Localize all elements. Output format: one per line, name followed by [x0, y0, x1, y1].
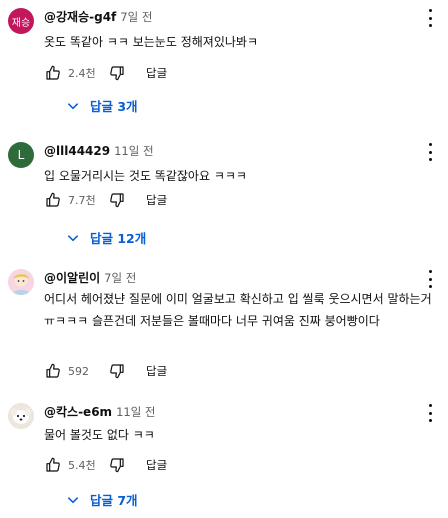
thumb-down-icon[interactable]: [108, 64, 126, 82]
avatar[interactable]: [8, 403, 34, 429]
chevron-down-icon: [67, 102, 79, 109]
comment-author[interactable]: @강재승-g4f: [44, 10, 116, 24]
replies-count-label: 답글 12개: [90, 231, 147, 246]
like-count: 7.7천: [68, 194, 96, 207]
more-vert-icon[interactable]: [426, 142, 434, 162]
comment-header: @강재승-g4f 7일 전: [44, 9, 152, 25]
thumb-up-icon[interactable]: [44, 456, 62, 474]
chevron-down-icon: [67, 496, 79, 503]
comment-header: @칵스-e6m 11일 전: [44, 404, 156, 420]
thumb-up-icon[interactable]: [44, 362, 62, 380]
reply-button[interactable]: 답글: [146, 457, 167, 473]
comment-time[interactable]: 7일 전: [104, 271, 136, 285]
avatar-initials: 재승: [11, 17, 31, 29]
thumb-up-icon[interactable]: [44, 191, 62, 209]
thumb-down-icon[interactable]: [108, 191, 126, 209]
like-count: 592: [68, 364, 89, 378]
comment-actions: 2.4천 답글: [44, 63, 167, 83]
thumb-down-icon[interactable]: [108, 456, 126, 474]
reply-button[interactable]: 답글: [146, 363, 167, 379]
avatar[interactable]: [8, 269, 34, 295]
comment-time[interactable]: 11일 전: [116, 405, 155, 419]
comment-actions: 5.4천 답글: [44, 455, 167, 475]
avatar-image: [8, 403, 34, 429]
view-replies-button[interactable]: 답글 3개: [66, 96, 138, 115]
comment-author[interactable]: @칵스-e6m: [44, 405, 112, 419]
avatar-initials: L: [17, 148, 25, 162]
comment-text: 입 오물거리시는 것도 똑같잖아요 ㅋㅋㅋ: [44, 169, 247, 183]
more-vert-icon[interactable]: [426, 8, 434, 28]
view-replies-button[interactable]: 답글 7개: [66, 490, 138, 509]
comment-header: @이알린이 7일 전: [44, 270, 136, 286]
comment-text: 물어 볼것도 없다 ㅋㅋ: [44, 428, 155, 442]
comment-header: @lll44429 11일 전: [44, 143, 154, 159]
comment-author[interactable]: @이알린이: [44, 271, 100, 285]
reply-button[interactable]: 답글: [146, 192, 167, 208]
comment-actions: 7.7천 답글: [44, 190, 167, 210]
like-count: 5.4천: [68, 459, 96, 472]
comment-author[interactable]: @lll44429: [44, 144, 110, 158]
like-count: 2.4천: [68, 67, 96, 80]
comment-time[interactable]: 11일 전: [114, 144, 153, 158]
replies-count-label: 답글 7개: [90, 493, 138, 508]
comment-actions: 592 답글: [44, 361, 167, 381]
reply-button[interactable]: 답글: [146, 65, 167, 81]
more-vert-icon[interactable]: [426, 403, 434, 423]
avatar[interactable]: 재승: [8, 8, 34, 34]
more-vert-icon[interactable]: [426, 269, 434, 289]
chevron-down-icon: [67, 234, 79, 241]
thumb-down-icon[interactable]: [108, 362, 126, 380]
replies-count-label: 답글 3개: [90, 99, 138, 114]
avatar-image: [8, 269, 34, 295]
avatar[interactable]: L: [8, 142, 34, 168]
comment-text: 어디서 헤어졌냔 질문에 이미 얼굴보고 확신하고 입 씰룩 웃으시면서 말하는…: [44, 292, 432, 328]
view-replies-button[interactable]: 답글 12개: [66, 228, 146, 247]
comment-time[interactable]: 7일 전: [120, 10, 152, 24]
thumb-up-icon[interactable]: [44, 64, 62, 82]
comment-text: 옷도 똑같아 ㅋㅋ 보는눈도 정해져있나봐ㅋ: [44, 35, 258, 49]
